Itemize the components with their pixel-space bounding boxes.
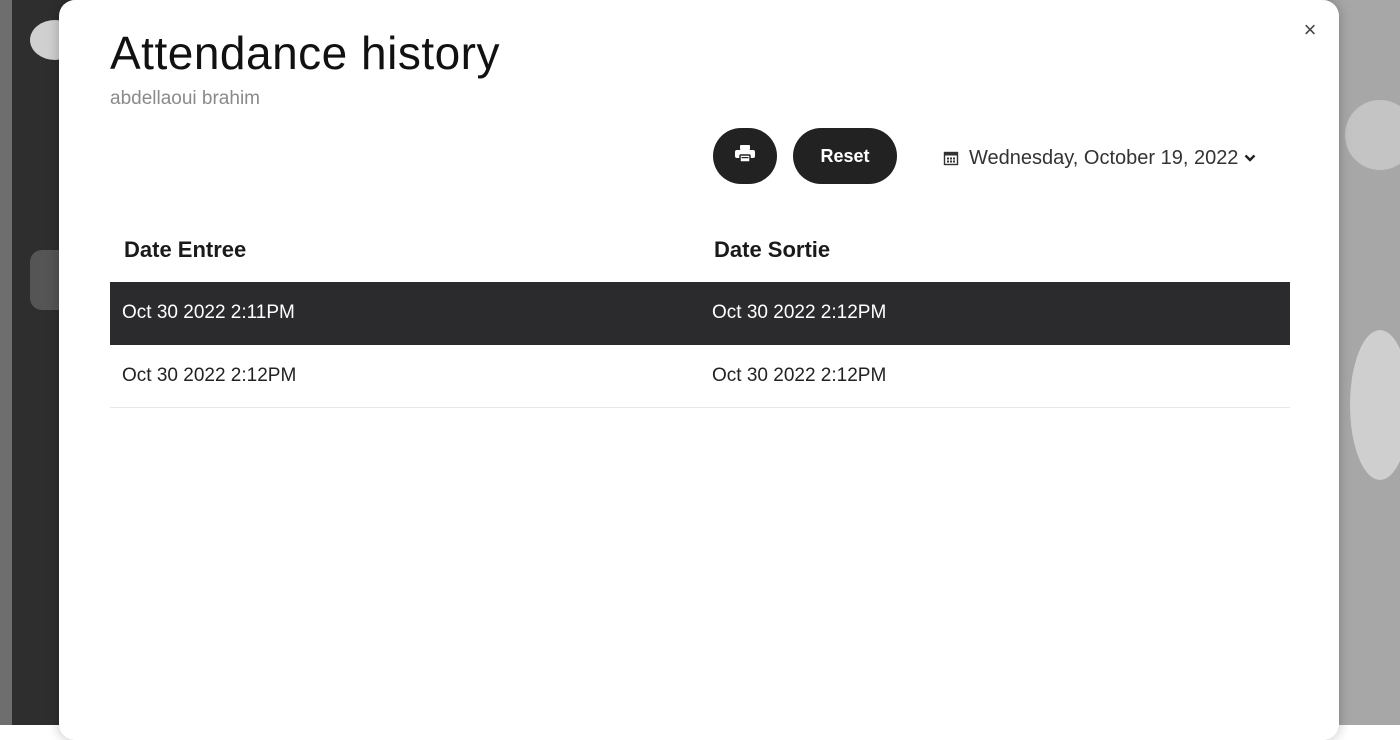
chevron-down-icon [1244, 153, 1256, 163]
column-header-date-sortie[interactable]: Date Sortie [700, 237, 1290, 263]
date-picker[interactable]: Wednesday, October 19, 2022 [943, 144, 1256, 172]
table-header: Date Entree Date Sortie [110, 218, 1290, 282]
cell-date-sortie: Oct 30 2022 2:12PM [712, 365, 887, 386]
background-edge [0, 0, 12, 725]
employee-name: abdellaoui brahim [110, 88, 260, 109]
calendar-icon [943, 150, 959, 166]
reset-button[interactable]: Reset [793, 128, 897, 184]
cell-date-entree: Oct 30 2022 2:11PM [122, 302, 295, 323]
modal-title: Attendance history [110, 27, 501, 79]
selected-date: Wednesday, October 19, 2022 [969, 146, 1239, 169]
attendance-modal: × Attendance history abdellaoui brahim R… [59, 0, 1339, 740]
printer-icon [734, 144, 756, 169]
table-row[interactable]: Oct 30 2022 2:11PM Oct 30 2022 2:12PM [110, 282, 1290, 345]
cell-date-entree: Oct 30 2022 2:12PM [122, 365, 297, 386]
column-header-date-entree[interactable]: Date Entree [110, 237, 700, 263]
cell-date-sortie: Oct 30 2022 2:12PM [712, 302, 887, 323]
close-button[interactable]: × [1299, 16, 1321, 44]
table-row[interactable]: Oct 30 2022 2:12PM Oct 30 2022 2:12PM [110, 345, 1290, 408]
attendance-table: Date Entree Date Sortie Oct 30 2022 2:11… [110, 218, 1290, 408]
print-button[interactable] [713, 128, 777, 184]
